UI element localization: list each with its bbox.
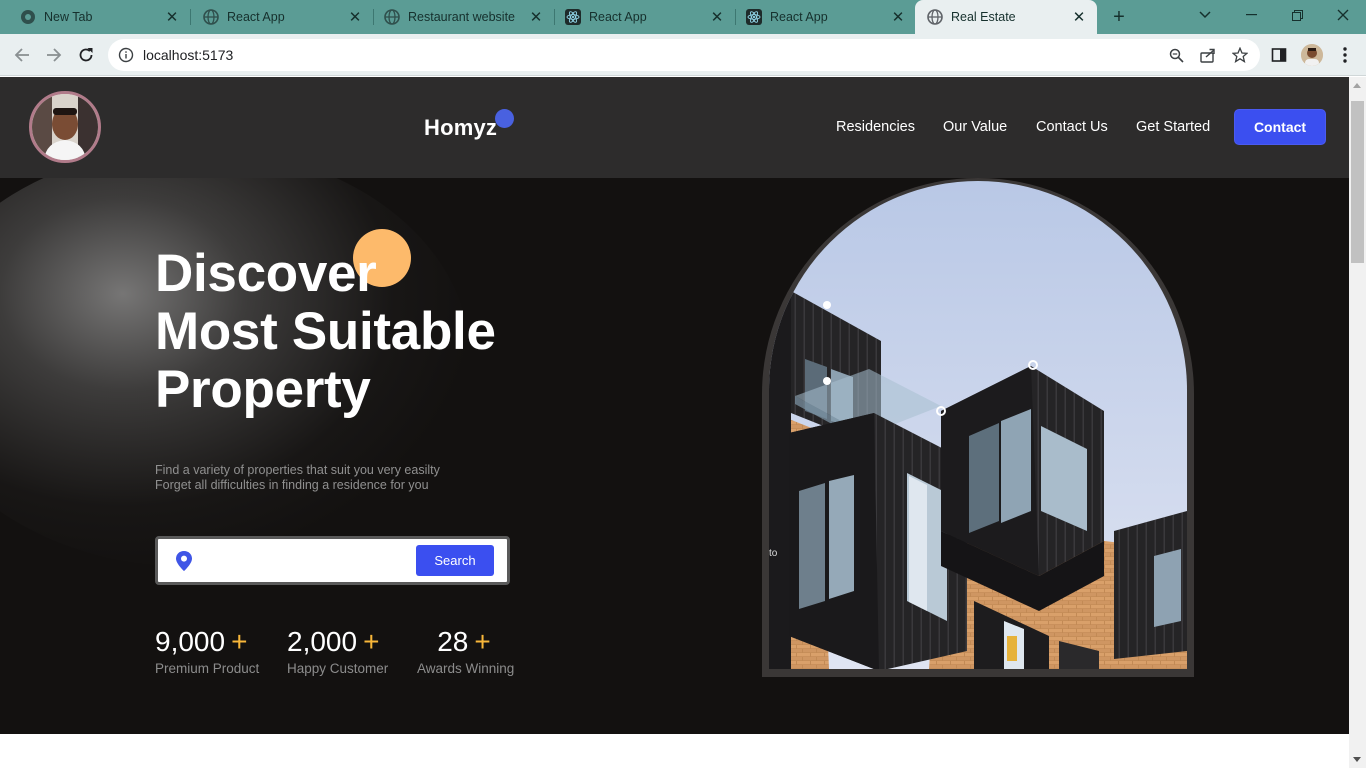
reload-button[interactable] — [71, 40, 101, 70]
forward-button[interactable] — [39, 40, 69, 70]
hero-headline: Discover Most Suitable Property — [155, 245, 496, 419]
globe-icon — [927, 9, 943, 25]
stat-awards-winning: 28 + Awards Winning — [417, 626, 515, 676]
stat-plus: + — [363, 626, 380, 657]
globe-icon — [384, 9, 400, 25]
stat-value: 9,000 — [155, 626, 226, 657]
location-search-bar: Search — [155, 536, 510, 585]
stat-plus: + — [231, 626, 248, 657]
close-tab-icon[interactable]: ✕ — [1069, 7, 1089, 27]
hero-subtitle: Find a variety of properties that suit y… — [155, 463, 440, 493]
arrow-left-icon — [14, 48, 29, 62]
next-section-edge — [0, 734, 1349, 768]
restore-button[interactable] — [1274, 0, 1320, 30]
headline-line-2: Most Suitable — [155, 302, 496, 361]
page-viewport: Homyz Residencies Our Value Contact Us G… — [0, 77, 1349, 768]
stat-value: 2,000 — [287, 626, 358, 657]
tab-title: Real Estate — [951, 10, 1016, 24]
scrollbar-thumb[interactable] — [1351, 101, 1364, 263]
browser-tab-active[interactable]: Real Estate ✕ — [915, 0, 1097, 34]
address-bar[interactable]: localhost:5173 — [108, 39, 1260, 71]
stat-premium-product: 9,000 + Premium Product — [155, 626, 259, 676]
zoom-icon[interactable] — [1166, 45, 1186, 65]
tab-title: Restaurant website — [408, 10, 516, 24]
building-illustration: to — [769, 181, 1187, 669]
stat-label: Happy Customer — [287, 661, 389, 676]
hero-image: to — [769, 181, 1187, 669]
tab-title: New Tab — [44, 10, 93, 24]
profile-avatar[interactable] — [1301, 44, 1323, 66]
share-icon[interactable] — [1198, 45, 1218, 65]
headline-line-1: Discover — [155, 244, 377, 303]
reload-icon — [79, 48, 93, 62]
globe-icon — [203, 9, 219, 25]
info-icon[interactable] — [118, 47, 134, 63]
nav-link-residencies[interactable]: Residencies — [836, 119, 915, 135]
close-tab-icon[interactable]: ✕ — [162, 7, 182, 27]
browser-toolbar: localhost:5173 — [0, 34, 1366, 76]
search-button[interactable]: Search — [416, 545, 494, 576]
tab-title: React App — [589, 10, 647, 24]
bookmark-star-icon[interactable] — [1230, 45, 1250, 65]
tab-title: React App — [770, 10, 828, 24]
close-tab-icon[interactable]: ✕ — [707, 7, 727, 27]
browser-tab[interactable]: React App ✕ — [183, 0, 374, 34]
site-header: Homyz Residencies Our Value Contact Us G… — [0, 77, 1349, 178]
url-text[interactable]: localhost:5173 — [143, 47, 233, 63]
browser-tab[interactable]: New Tab ✕ — [0, 0, 191, 34]
tab-search-icon[interactable] — [1182, 0, 1228, 30]
more-menu-icon[interactable] — [1334, 44, 1356, 66]
stat-label: Premium Product — [155, 661, 260, 676]
close-tab-icon[interactable]: ✕ — [526, 7, 546, 27]
side-panel-icon[interactable] — [1268, 44, 1290, 66]
location-pin-icon — [176, 551, 192, 571]
minimize-button[interactable] — [1228, 0, 1274, 30]
stat-label: Awards Winning — [417, 661, 515, 676]
react-icon — [746, 9, 762, 25]
new-tab-button[interactable]: + — [1107, 5, 1131, 29]
chrome-icon — [21, 10, 35, 24]
logo-text[interactable]: Homyz — [424, 115, 497, 141]
arrow-right-icon — [47, 48, 62, 62]
avatar-photo — [32, 94, 98, 160]
contact-button[interactable]: Contact — [1235, 110, 1325, 144]
close-window-button[interactable] — [1320, 0, 1366, 30]
scroll-down-arrow[interactable] — [1353, 757, 1361, 762]
browser-tab[interactable]: React App ✕ — [545, 0, 736, 34]
image-overlay-text: to — [769, 548, 778, 559]
logo-dot — [495, 109, 514, 128]
stat-happy-customer: 2,000 + Happy Customer — [287, 626, 388, 676]
back-button[interactable] — [7, 40, 37, 70]
subtitle-line-2: Forget all difficulties in finding a res… — [155, 478, 429, 492]
avatar[interactable] — [29, 91, 101, 163]
nav-link-get-started[interactable]: Get Started — [1136, 119, 1210, 135]
browser-tab[interactable]: Restaurant website ✕ — [364, 0, 555, 34]
tab-strip: New Tab ✕ React App ✕ Restaurant website… — [0, 0, 1366, 34]
headline-line-3: Property — [155, 360, 371, 419]
stat-value: 28 — [437, 626, 469, 657]
tab-title: React App — [227, 10, 285, 24]
react-icon — [565, 9, 581, 25]
page-scrollbar[interactable] — [1349, 77, 1366, 768]
close-tab-icon[interactable]: ✕ — [345, 7, 365, 27]
stat-plus: + — [474, 626, 491, 657]
nav-link-contact-us[interactable]: Contact Us — [1036, 119, 1108, 135]
browser-tab[interactable]: React App ✕ — [726, 0, 917, 34]
location-search-input[interactable] — [202, 548, 412, 572]
subtitle-line-1: Find a variety of properties that suit y… — [155, 463, 440, 477]
scroll-up-arrow[interactable] — [1353, 83, 1361, 88]
close-tab-icon[interactable]: ✕ — [888, 7, 908, 27]
nav-link-our-value[interactable]: Our Value — [943, 119, 1007, 135]
